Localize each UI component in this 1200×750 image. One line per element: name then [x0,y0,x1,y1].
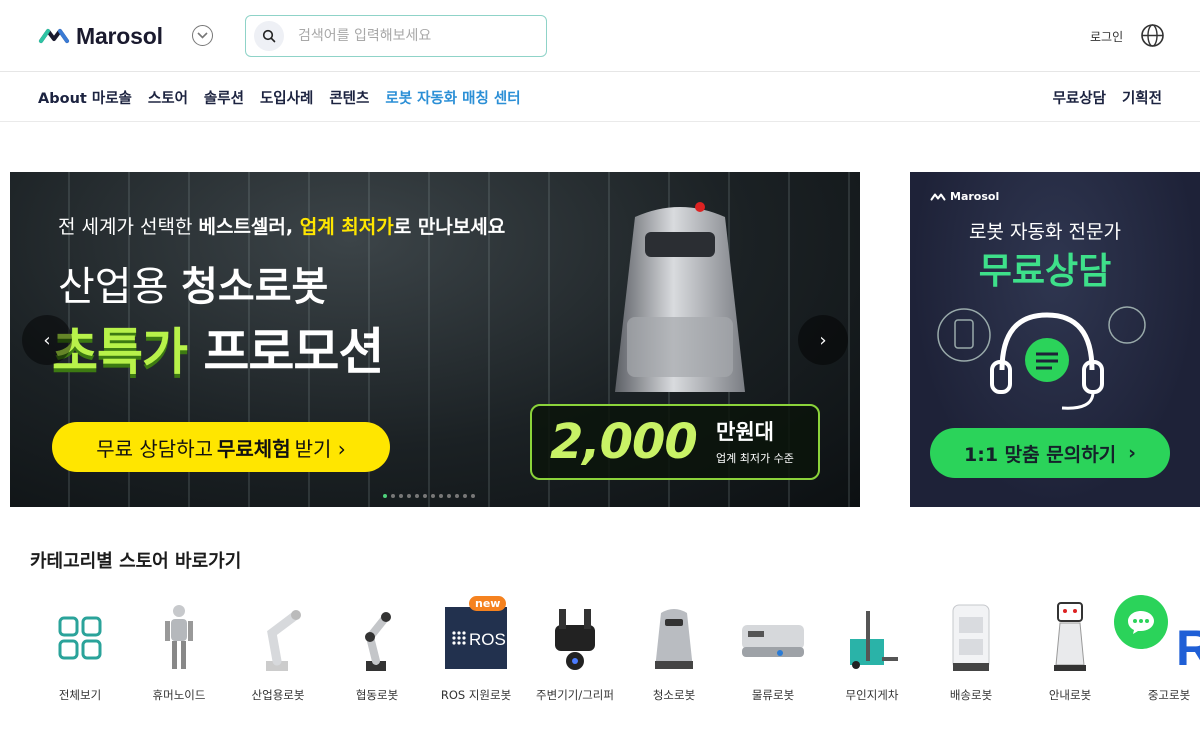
slide-dot[interactable] [415,494,419,498]
banner-headline-1: 산업용 청소로봇 [58,264,329,310]
login-link[interactable]: 로그인 [1090,28,1123,45]
side-brand: Marosol [930,190,999,203]
side-ad-banner[interactable]: Marosol 로봇 자동화 전문가 무료상담 1:1 맞춤 문의하기 › [910,172,1200,507]
nav-matching-center[interactable]: 로봇 자동화 매칭 센터 [385,87,520,108]
globe-icon[interactable] [1140,23,1165,48]
side-ad-headline: 무료상담 [978,251,1112,292]
category-industrial[interactable]: 산업용로봇 [228,598,328,708]
arrow-left-icon[interactable]: ‹ [22,315,72,365]
industrial-robot-icon [243,598,313,678]
side-ad-cta-button[interactable]: 1:1 맞춤 문의하기 › [930,428,1170,478]
logo-mark-icon [930,193,946,200]
category-all[interactable]: 전체보기 [30,598,130,708]
search-bar[interactable] [245,15,547,57]
slide-dot[interactable] [455,494,459,498]
nav-about[interactable]: About 마로솔 [38,87,132,108]
header: Marosol 로그인 [0,0,1200,72]
slide-dot[interactable] [391,494,395,498]
guide-robot-icon [1035,598,1105,678]
svg-text:ROS: ROS [469,630,506,649]
category-collaborative[interactable]: 협동로봇 [327,598,427,708]
nav-store[interactable]: 스토어 [148,87,188,108]
main-nav: About 마로솔 스토어 솔루션 도입사례 콘텐츠 로봇 자동화 매칭 센터 … [0,73,1200,122]
slide-dot[interactable] [471,494,475,498]
slide-dot[interactable] [447,494,451,498]
slide-dot[interactable] [383,494,387,498]
nav-cases[interactable]: 도입사례 [260,87,313,108]
category-ros[interactable]: ROS new ROS 지원로봇 [426,596,526,708]
logistics-robot-icon [738,598,808,678]
cleaning-robot-image [615,202,745,392]
chat-icon[interactable] [1114,595,1168,649]
price-number: 2,000 [550,414,698,470]
collaborative-robot-icon [342,598,412,678]
forklift-icon [837,598,907,678]
search-icon[interactable] [254,21,284,51]
chevron-down-icon[interactable] [192,25,213,46]
category-peripheral[interactable]: 주변기기/그리퍼 [525,598,625,708]
logo-mark-icon [39,29,69,43]
slide-dot[interactable] [463,494,467,498]
banner-cta-button[interactable]: 무료 상담하고 무료체험 받기 › [52,422,390,472]
banner-headline-2: 초특가 프로모션 [52,323,384,381]
brand-logo[interactable]: Marosol [38,22,163,50]
svg-text:R: R [1176,620,1200,673]
search-input[interactable] [298,24,538,48]
headset-icon [937,306,1146,410]
price-badge: 2,000 만원대 업계 최저가 수준 [530,404,820,480]
cleaning-robot-icon [639,598,709,678]
slide-dot[interactable] [431,494,435,498]
arrow-right-icon[interactable]: › [798,315,848,365]
category-section-title: 카테고리별 스토어 바로가기 [30,551,242,572]
category-delivery[interactable]: 배송로봇 [921,598,1021,708]
category-humanoid[interactable]: 휴머노이드 [129,598,229,708]
slide-indicator [383,494,475,498]
grid-icon [45,598,115,678]
side-ad-title: 로봇 자동화 전문가 [969,221,1121,243]
humanoid-robot-icon [144,598,214,678]
nav-free-consult[interactable]: 무료상담 [1053,87,1106,108]
price-unit: 만원대 [716,420,774,444]
delivery-robot-icon [936,598,1006,678]
brand-name: Marosol [76,22,163,49]
nav-solution[interactable]: 솔루션 [204,87,244,108]
slide-dot[interactable] [407,494,411,498]
price-note: 업계 최저가 수준 [716,452,794,465]
category-cleaning[interactable]: 청소로봇 [624,598,724,708]
category-logistics[interactable]: 물류로봇 [723,598,823,708]
category-guide[interactable]: 안내로봇 [1020,598,1120,708]
nav-contents[interactable]: 콘텐츠 [329,87,369,108]
banner-subtitle: 전 세계가 선택한 베스트셀러, 업계 최저가로 만나보세요 [58,216,506,238]
category-forklift[interactable]: 무인지게차 [822,598,922,708]
new-badge: new [469,596,507,611]
gripper-icon [540,598,610,678]
category-list: 전체보기 휴머노이드 산업용로봇 협동로봇 ROS new ROS 지원로봇 주… [30,596,1200,708]
hero-banner[interactable]: 전 세계가 선택한 베스트셀러, 업계 최저가로 만나보세요 산업용 청소로봇 … [10,172,860,507]
nav-exhibition[interactable]: 기획전 [1122,87,1162,108]
slide-dot[interactable] [399,494,403,498]
slide-dot[interactable] [423,494,427,498]
slide-dot[interactable] [439,494,443,498]
